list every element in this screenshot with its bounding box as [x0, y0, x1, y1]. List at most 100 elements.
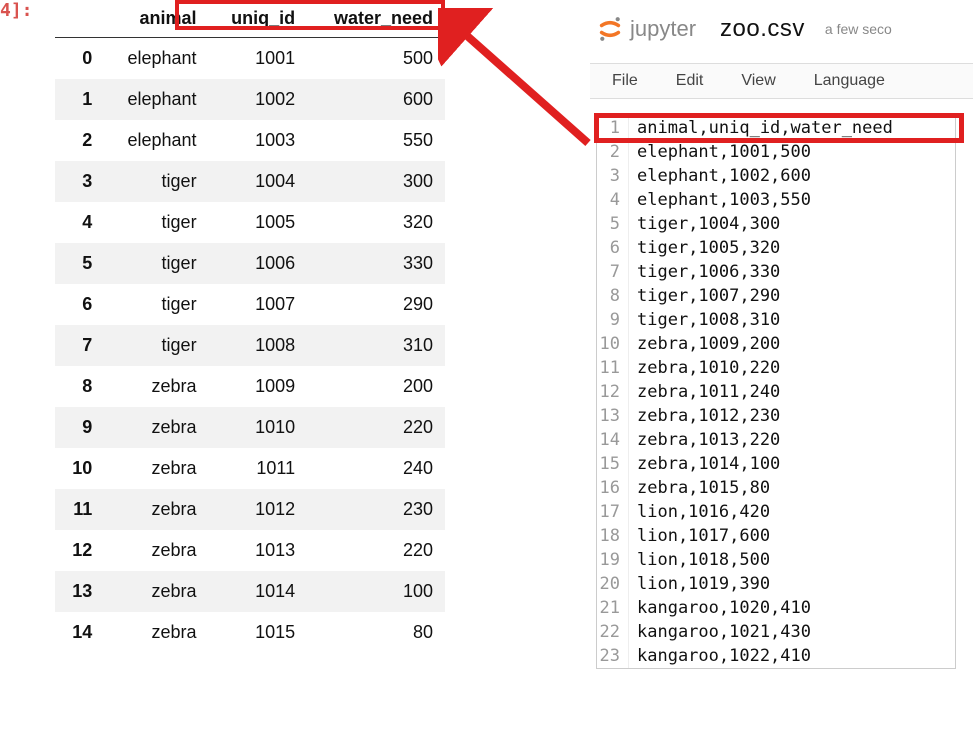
table-row: 1elephant1002600 — [55, 79, 445, 120]
row-index: 14 — [55, 612, 104, 653]
line-text[interactable]: tiger,1005,320 — [629, 236, 780, 260]
cell-uniq_id: 1005 — [209, 202, 308, 243]
row-index: 12 — [55, 530, 104, 571]
text-editor[interactable]: 1animal,uniq_id,water_need2elephant,1001… — [596, 115, 956, 669]
editor-line[interactable]: 6tiger,1005,320 — [597, 236, 955, 260]
editor-line[interactable]: 3elephant,1002,600 — [597, 164, 955, 188]
editor-line[interactable]: 1animal,uniq_id,water_need — [597, 116, 955, 140]
menu-view[interactable]: View — [741, 72, 775, 90]
editor-line[interactable]: 22kangaroo,1021,430 — [597, 620, 955, 644]
editor-line[interactable]: 2elephant,1001,500 — [597, 140, 955, 164]
cell-uniq_id: 1011 — [209, 448, 308, 489]
table-row: 4tiger1005320 — [55, 202, 445, 243]
editor-line[interactable]: 19lion,1018,500 — [597, 548, 955, 572]
table-row: 13zebra1014100 — [55, 571, 445, 612]
cell-uniq_id: 1002 — [209, 79, 308, 120]
editor-line[interactable]: 13zebra,1012,230 — [597, 404, 955, 428]
line-text[interactable]: kangaroo,1021,430 — [629, 620, 811, 644]
cell-animal: elephant — [104, 38, 208, 80]
col-header-animal: animal — [104, 0, 208, 38]
jupyter-logo[interactable]: jupyter — [596, 15, 696, 43]
line-text[interactable]: zebra,1014,100 — [629, 452, 780, 476]
line-text[interactable]: lion,1017,600 — [629, 524, 770, 548]
cell-water_need: 100 — [307, 571, 445, 612]
editor-line[interactable]: 21kangaroo,1020,410 — [597, 596, 955, 620]
menu-edit[interactable]: Edit — [676, 72, 704, 90]
cell-uniq_id: 1013 — [209, 530, 308, 571]
editor-line[interactable]: 18lion,1017,600 — [597, 524, 955, 548]
cell-uniq_id: 1010 — [209, 407, 308, 448]
table-row: 0elephant1001500 — [55, 38, 445, 80]
editor-line[interactable]: 12zebra,1011,240 — [597, 380, 955, 404]
editor-line[interactable]: 20lion,1019,390 — [597, 572, 955, 596]
cell-water_need: 320 — [307, 202, 445, 243]
editor-line[interactable]: 15zebra,1014,100 — [597, 452, 955, 476]
table-row: 12zebra1013220 — [55, 530, 445, 571]
editor-line[interactable]: 7tiger,1006,330 — [597, 260, 955, 284]
editor-line[interactable]: 16zebra,1015,80 — [597, 476, 955, 500]
cell-animal: zebra — [104, 489, 208, 530]
jupyter-menubar: File Edit View Language — [590, 63, 973, 99]
line-number: 14 — [597, 428, 629, 452]
menu-file[interactable]: File — [612, 72, 638, 90]
line-text[interactable]: lion,1019,390 — [629, 572, 770, 596]
row-index: 0 — [55, 38, 104, 80]
cell-water_need: 550 — [307, 120, 445, 161]
line-text[interactable]: zebra,1009,200 — [629, 332, 780, 356]
cell-water_need: 80 — [307, 612, 445, 653]
editor-line[interactable]: 8tiger,1007,290 — [597, 284, 955, 308]
cell-animal: zebra — [104, 448, 208, 489]
jupyter-filename[interactable]: zoo.csv — [720, 15, 805, 43]
cell-animal: tiger — [104, 325, 208, 366]
line-text[interactable]: tiger,1004,300 — [629, 212, 780, 236]
cell-animal: tiger — [104, 202, 208, 243]
editor-line[interactable]: 23kangaroo,1022,410 — [597, 644, 955, 668]
menu-language[interactable]: Language — [814, 72, 885, 90]
editor-line[interactable]: 10zebra,1009,200 — [597, 332, 955, 356]
cell-prompt: 4]: — [0, 0, 33, 21]
editor-line[interactable]: 11zebra,1010,220 — [597, 356, 955, 380]
line-text[interactable]: tiger,1008,310 — [629, 308, 780, 332]
line-number: 20 — [597, 572, 629, 596]
cell-uniq_id: 1009 — [209, 366, 308, 407]
row-index: 13 — [55, 571, 104, 612]
cell-water_need: 500 — [307, 38, 445, 80]
line-text[interactable]: zebra,1012,230 — [629, 404, 780, 428]
cell-uniq_id: 1012 — [209, 489, 308, 530]
line-text[interactable]: lion,1018,500 — [629, 548, 770, 572]
line-text[interactable]: zebra,1010,220 — [629, 356, 780, 380]
cell-water_need: 220 — [307, 530, 445, 571]
editor-line[interactable]: 17lion,1016,420 — [597, 500, 955, 524]
line-text[interactable]: zebra,1011,240 — [629, 380, 780, 404]
line-text[interactable]: kangaroo,1020,410 — [629, 596, 811, 620]
cell-animal: elephant — [104, 79, 208, 120]
cell-uniq_id: 1006 — [209, 243, 308, 284]
line-text[interactable]: zebra,1013,220 — [629, 428, 780, 452]
editor-line[interactable]: 5tiger,1004,300 — [597, 212, 955, 236]
line-text[interactable]: elephant,1003,550 — [629, 188, 811, 212]
line-number: 12 — [597, 380, 629, 404]
line-text[interactable]: elephant,1002,600 — [629, 164, 811, 188]
line-text[interactable]: kangaroo,1022,410 — [629, 644, 811, 668]
table-row: 3tiger1004300 — [55, 161, 445, 202]
dataframe-index-header — [55, 0, 104, 38]
cell-animal: zebra — [104, 407, 208, 448]
cell-water_need: 220 — [307, 407, 445, 448]
line-number: 22 — [597, 620, 629, 644]
line-number: 17 — [597, 500, 629, 524]
editor-line[interactable]: 14zebra,1013,220 — [597, 428, 955, 452]
row-index: 10 — [55, 448, 104, 489]
line-text[interactable]: lion,1016,420 — [629, 500, 770, 524]
line-text[interactable]: animal,uniq_id,water_need — [629, 116, 893, 140]
editor-line[interactable]: 4elephant,1003,550 — [597, 188, 955, 212]
line-number: 5 — [597, 212, 629, 236]
line-text[interactable]: tiger,1007,290 — [629, 284, 780, 308]
editor-line[interactable]: 9tiger,1008,310 — [597, 308, 955, 332]
line-text[interactable]: tiger,1006,330 — [629, 260, 780, 284]
row-index: 2 — [55, 120, 104, 161]
table-row: 9zebra1010220 — [55, 407, 445, 448]
line-text[interactable]: elephant,1001,500 — [629, 140, 811, 164]
jupyter-editor-panel: jupyter zoo.csv a few seco File Edit Vie… — [590, 15, 973, 669]
row-index: 4 — [55, 202, 104, 243]
line-text[interactable]: zebra,1015,80 — [629, 476, 770, 500]
